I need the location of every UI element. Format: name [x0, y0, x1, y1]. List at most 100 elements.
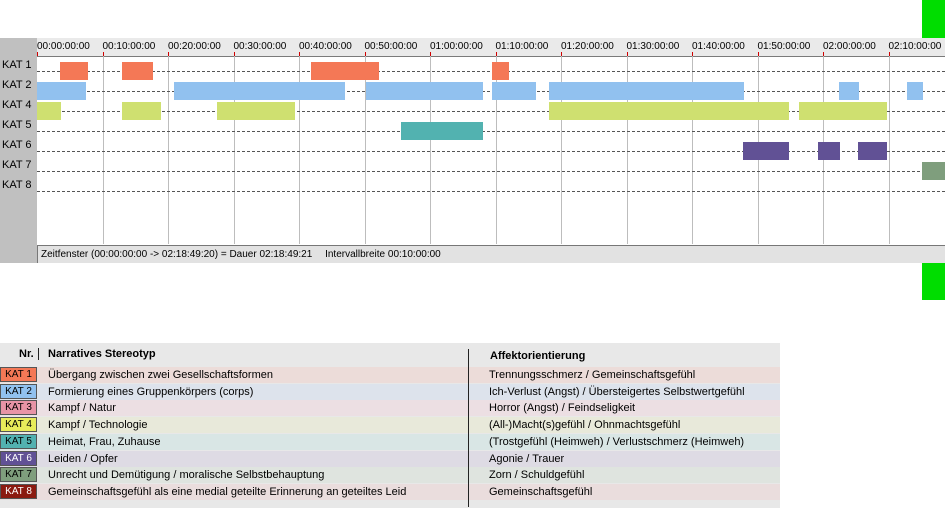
row-label: KAT 4: [2, 99, 32, 111]
kat-badge: KAT 8: [0, 483, 37, 499]
stereotyp-text: Formierung eines Gruppenkörpers (corps): [48, 385, 254, 398]
kat-badge: KAT 6: [0, 450, 37, 466]
kat-badge: KAT 3: [0, 400, 37, 416]
green-indicator-bottom: [922, 263, 945, 300]
header-affekt: Affektorientierung: [490, 350, 586, 362]
tick-label: 00:20:00:00: [168, 41, 221, 52]
header-nr-divider: [38, 348, 39, 360]
time-ruler[interactable]: 00:00:00:00 00:10:00:00 00:20:00:00 00:30:0…: [37, 38, 945, 57]
affekt-text: Zorn / Schuldgefühl: [489, 469, 585, 482]
tick-label: 01:00:00:00: [430, 41, 483, 52]
row-label: KAT 1: [2, 59, 32, 71]
row-divider: [468, 483, 469, 500]
timeline-segment[interactable]: [217, 102, 295, 120]
header-nr: Nr.: [19, 348, 34, 360]
tick-label: 00:50:00:00: [364, 41, 418, 52]
grid-line: [888, 56, 890, 244]
tick-label: 00:00:00:00: [37, 41, 90, 52]
row-label: KAT 2: [2, 79, 32, 91]
tick-label: 00:10:00:00: [102, 41, 156, 52]
row-dashed-line: [37, 191, 945, 192]
timeline-segment[interactable]: [549, 82, 744, 100]
row-label: KAT 5: [2, 119, 32, 131]
legend-row: KAT 1 Übergang zwischen zwei Gesellschaft…: [0, 367, 780, 383]
stereotyp-text: Kampf / Natur: [48, 402, 116, 415]
kat-badge: KAT 5: [0, 433, 37, 449]
timeline-segment[interactable]: [174, 82, 345, 100]
row-label: KAT 6: [2, 139, 32, 151]
row-divider: [468, 367, 469, 383]
affekt-text: Horror (Angst) / Feindseligkeit: [489, 402, 636, 415]
tick-label: 01:30:00:00: [626, 41, 680, 52]
timeline-segment[interactable]: [549, 102, 789, 120]
row-dashed-line: [37, 131, 945, 132]
tick-label: 01:20:00:00: [561, 41, 614, 52]
timeline-segment[interactable]: [839, 82, 859, 100]
stereotyp-text: Leiden / Opfer: [48, 452, 118, 465]
timeline-segment[interactable]: [492, 62, 509, 80]
affekt-text: (All-)Macht(s)gefühl / Ohnmachtsgefühl: [489, 419, 681, 432]
timeline-segment[interactable]: [37, 102, 61, 120]
header-stereotyp: Narratives Stereotyp: [48, 348, 156, 360]
row-dashed-line: [37, 151, 945, 152]
legend-row: KAT 6 Leiden / Opfer Agonie / Trauer: [0, 450, 780, 467]
legend-row: KAT 3 Kampf / Natur Horror (Angst) / Feind…: [0, 400, 780, 417]
row-dashed-line: [37, 71, 945, 72]
tick-label: 02:00:00:00: [823, 41, 876, 52]
timeline-segment[interactable]: [907, 82, 923, 100]
timeline-segment[interactable]: [799, 102, 887, 120]
stereotyp-text: Übergang zwischen zwei Gesellschaftsform…: [48, 369, 273, 381]
legend-row: KAT 2 Formierung eines Gruppenkörpers (co…: [0, 383, 780, 400]
affekt-text: Trennungsschmerz / Gemeinschaftsgefühl: [489, 369, 696, 381]
kat-badge: KAT 1: [0, 367, 37, 382]
row-divider: [468, 467, 469, 484]
status-intervall: Intervallbreite 00:10:00:00: [325, 249, 441, 260]
ruler-mark: [37, 52, 38, 56]
affekt-text: Agonie / Trauer: [489, 452, 565, 465]
timeline-segment[interactable]: [492, 82, 536, 100]
timeline-segment[interactable]: [858, 142, 887, 160]
timeline-segment[interactable]: [60, 62, 88, 80]
timeline-area[interactable]: 00:00:00:00 00:10:00:00 00:20:00:00 00:30:0…: [37, 38, 945, 263]
timeline-segment[interactable]: [401, 122, 483, 140]
legend-table: Nr. Narratives Stereotyp Affektorientier…: [0, 343, 780, 508]
row-dashed-line: [37, 171, 945, 172]
tick-label: 00:30:00:00: [233, 41, 287, 52]
timeline-segment[interactable]: [122, 62, 153, 80]
stereotyp-text: Unrecht und Demütigung / moralische Selb…: [48, 469, 325, 482]
tick-label: 01:40:00:00: [692, 41, 745, 52]
tick-label: 00:40:00:00: [299, 41, 352, 52]
row-divider: [468, 433, 469, 450]
timeline-segment[interactable]: [37, 82, 86, 100]
stereotyp-text: Kampf / Technologie: [48, 419, 148, 432]
affekt-text: Ich-Verlust (Angst) / Übersteigertes Sel…: [489, 385, 745, 398]
timeline-segment[interactable]: [122, 102, 161, 120]
legend-row: KAT 8 Gemeinschaftsgefühl als eine medial…: [0, 483, 780, 500]
timeline-segment[interactable]: [818, 142, 840, 160]
status-bar: Zeitfenster (00:00:00:00 -> 02:18:49:20)…: [37, 245, 945, 263]
grid-line: [168, 56, 169, 244]
green-indicator-top: [922, 0, 945, 38]
legend-row: KAT 4 Kampf / Technologie (All-)Macht(s)ge…: [0, 417, 780, 434]
row-label: KAT 7: [2, 159, 32, 171]
tick-label: 01:50:00:00: [757, 41, 811, 52]
tick-label: 02:10:00:00: [888, 41, 942, 52]
timeline-segment[interactable]: [366, 82, 483, 100]
kat-badge: KAT 7: [0, 467, 37, 483]
kat-badge: KAT 2: [0, 383, 37, 399]
grid-line: [102, 56, 104, 244]
timeline-segment[interactable]: [743, 142, 789, 160]
status-zeitfenster: Zeitfenster (00:00:00:00 -> 02:18:49:20)…: [41, 249, 313, 260]
row-divider: [468, 450, 469, 467]
row-divider: [468, 400, 469, 417]
stereotyp-text: Heimat, Frau, Zuhause: [48, 435, 161, 448]
legend-row: KAT 7 Unrecht und Demütigung / moralische…: [0, 467, 780, 484]
affekt-text: (Trostgefühl (Heimweh) / Verlustschmerz …: [489, 435, 745, 448]
timeline-segment[interactable]: [922, 162, 945, 180]
timeline-segment[interactable]: [311, 62, 379, 80]
timeline-panel: KAT 1 KAT 2 KAT 4 KAT 5 KAT 6 KAT 7 KAT 8 00:0…: [0, 38, 945, 263]
legend-row: KAT 5 Heimat, Frau, Zuhause (Trostgefühl (…: [0, 433, 780, 450]
row-label: KAT 8: [2, 179, 32, 191]
kat-badge: KAT 4: [0, 417, 37, 433]
stereotyp-text: Gemeinschaftsgefühl als eine medial gete…: [48, 485, 407, 498]
